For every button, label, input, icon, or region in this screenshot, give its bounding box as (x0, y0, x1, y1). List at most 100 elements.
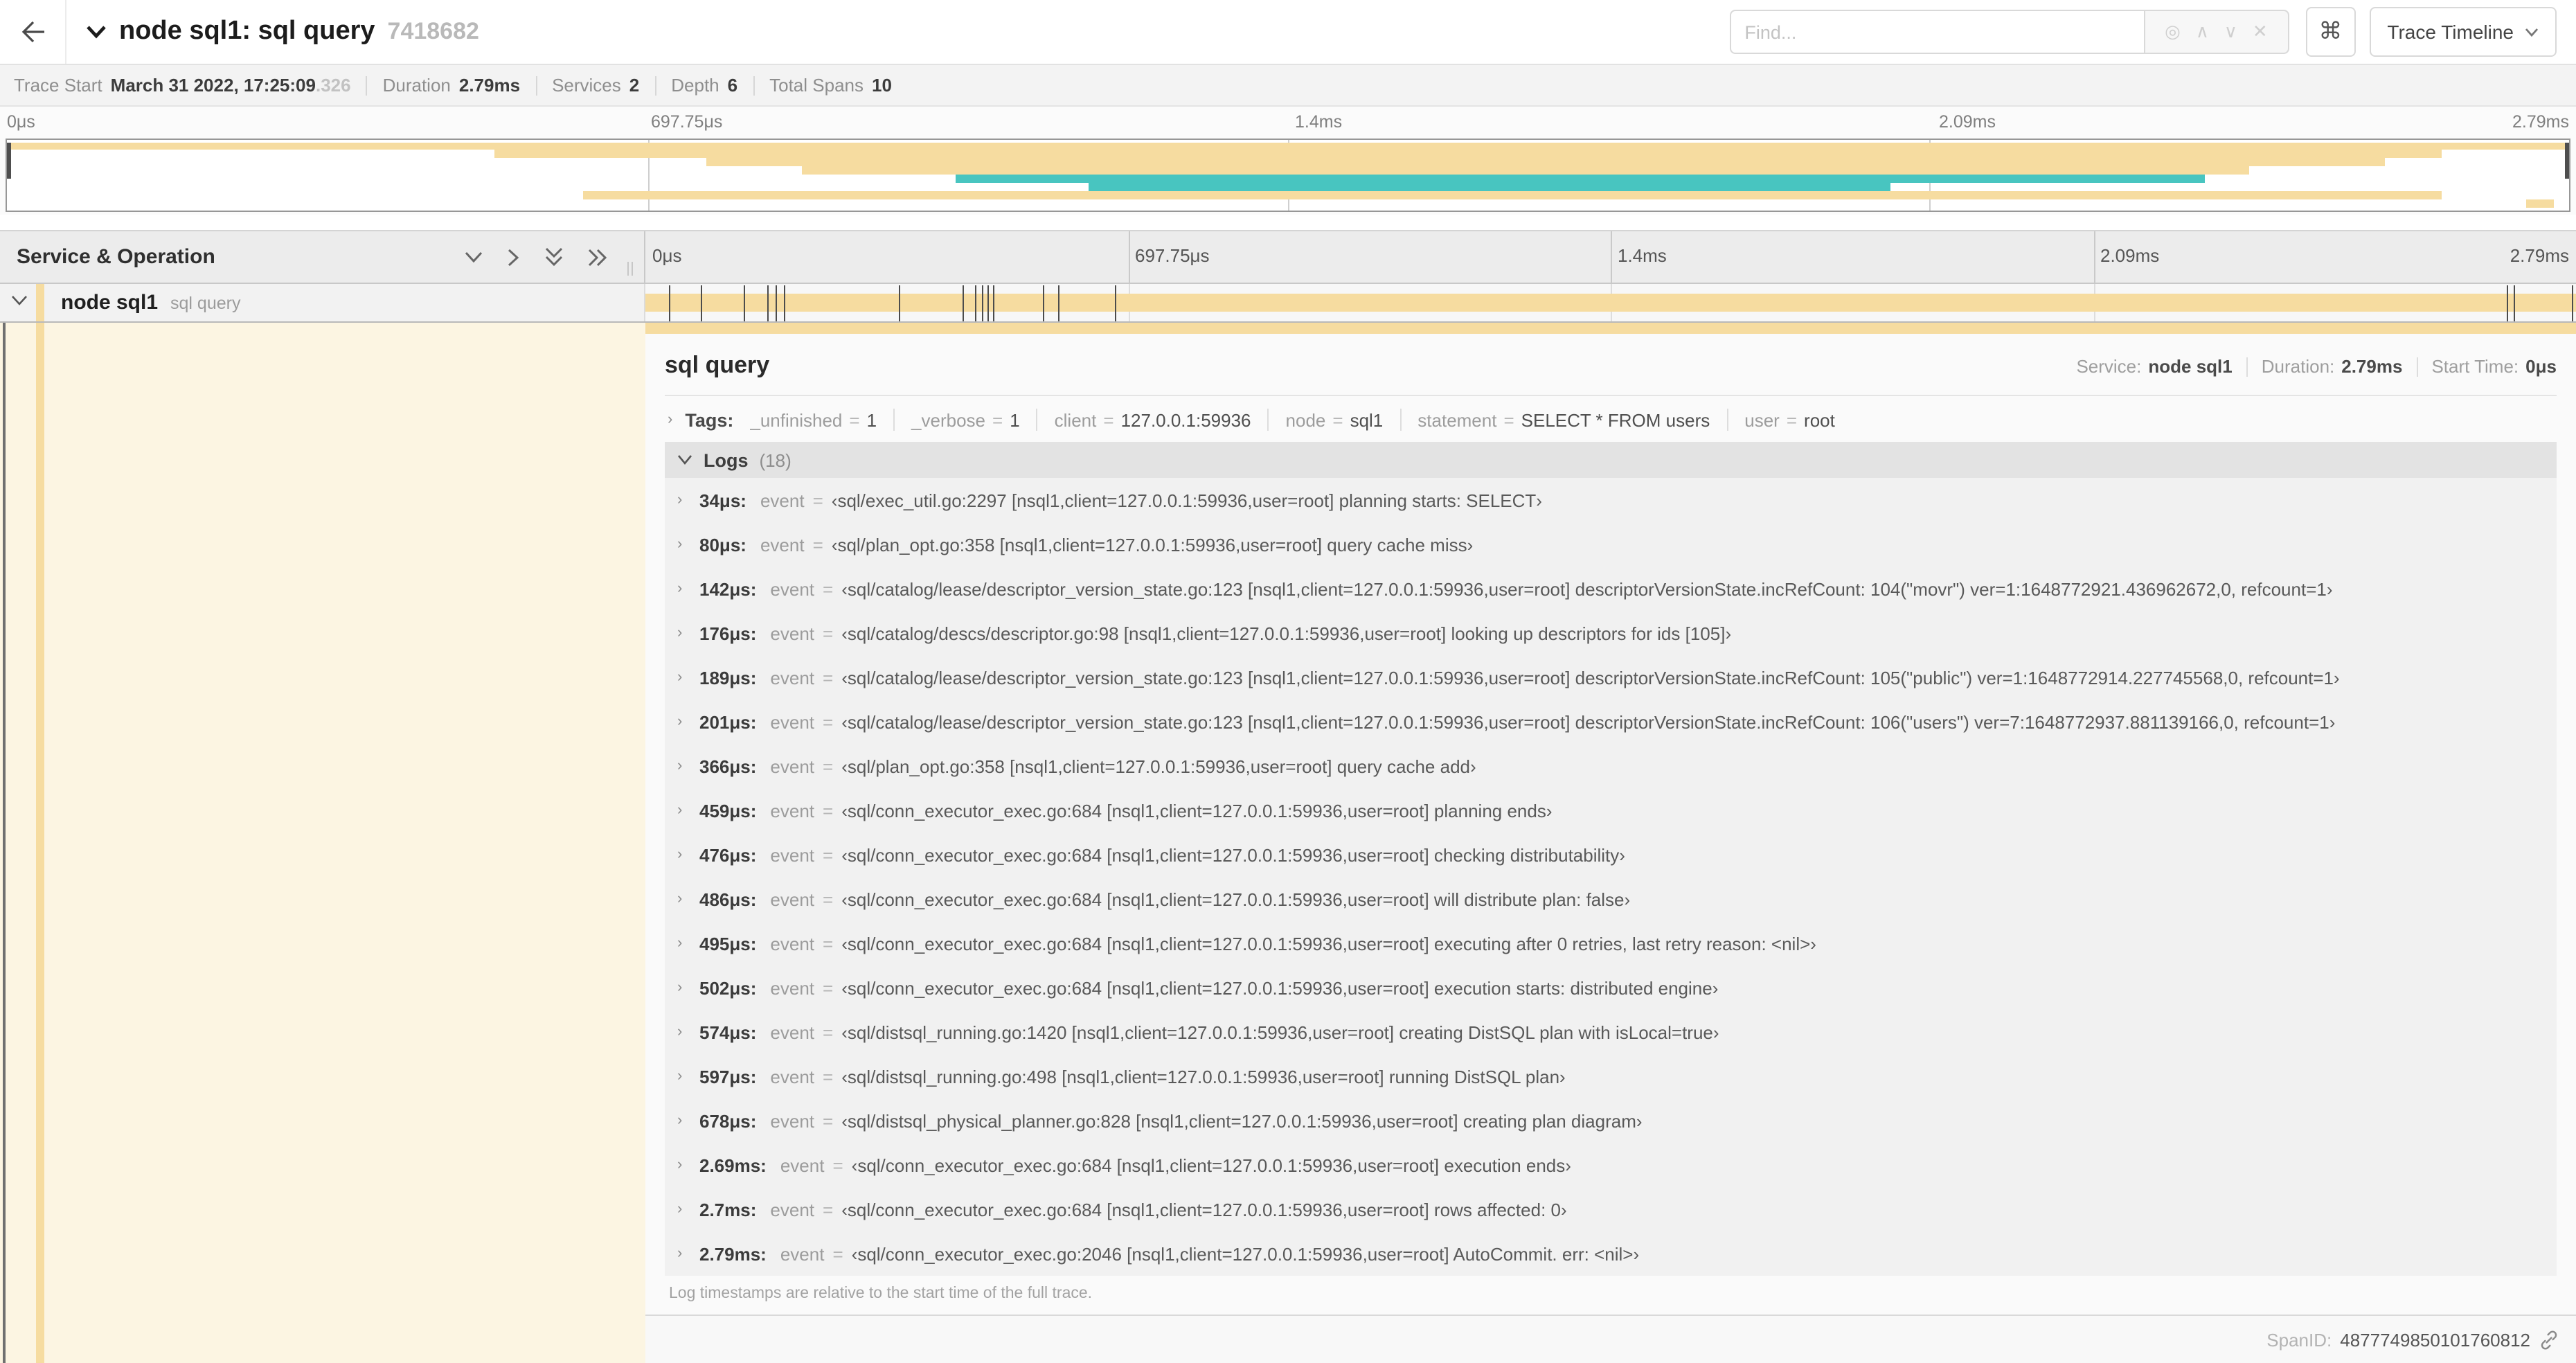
expand-one-icon[interactable] (507, 247, 521, 267)
log-marker-tick[interactable] (669, 285, 670, 321)
log-marker-tick[interactable] (2513, 285, 2515, 321)
tag-equals: = (849, 409, 860, 430)
log-timestamp: 201μs: (699, 711, 757, 732)
log-marker-tick[interactable] (898, 285, 900, 321)
minimap-axis-label: 2.09ms (1939, 112, 1996, 132)
log-row[interactable]: › 486μs: event = ‹sql/conn_executor_exec.go:… (665, 877, 2557, 921)
log-row[interactable]: › 2.69ms: event = ‹sql/conn_executor_exec.go… (665, 1143, 2557, 1187)
timeline-axis: 0μs 697.75μs 1.4ms 2.09ms 2.79ms (645, 231, 2576, 283)
minimap-axis: 0μs 697.75μs 1.4ms 2.09ms 2.79ms (0, 107, 2576, 139)
log-row[interactable]: › 459μs: event = ‹sql/conn_executor_exec.go:… (665, 788, 2557, 832)
meta-value: 2.79ms (2341, 356, 2403, 377)
log-row[interactable]: › 201μs: event = ‹sql/catalog/lease/descript… (665, 700, 2557, 744)
span-row[interactable]: node sql1 sql query (0, 284, 2576, 323)
meta-separator (2416, 357, 2418, 376)
tag-item: statement = SELECT * FROM users (1417, 409, 1710, 430)
log-message: ‹sql/catalog/descs/descriptor.go:98 [nsq… (841, 623, 1732, 643)
log-row[interactable]: › 34μs: event = ‹sql/exec_util.go:2297 [nsql… (665, 478, 2557, 522)
log-timestamp: 80μs: (699, 534, 746, 555)
log-marker-tick[interactable] (981, 285, 983, 321)
log-marker-tick[interactable] (701, 285, 702, 321)
log-message: ‹sql/distsql_physical_planner.go:828 [ns… (841, 1110, 1643, 1131)
collapse-one-icon[interactable] (464, 250, 483, 264)
axis-tick-label: 1.4ms (1618, 245, 1667, 266)
log-timestamp: 678μs: (699, 1110, 757, 1131)
log-timestamp: 2.69ms: (699, 1155, 767, 1175)
span-gantt-area[interactable] (645, 284, 2576, 321)
chevron-right-icon: › (677, 1024, 683, 1040)
logs-header[interactable]: Logs (18) (665, 442, 2557, 478)
find-prev-icon[interactable]: ∧ (2196, 21, 2209, 43)
log-marker-tick[interactable] (743, 285, 745, 321)
chevron-down-icon[interactable] (86, 25, 107, 39)
keyboard-shortcuts-button[interactable]: ⌘ (2305, 7, 2356, 57)
log-marker-tick[interactable] (2572, 285, 2574, 321)
log-marker-tick[interactable] (2507, 285, 2509, 321)
tags-accordion[interactable]: › Tags: _unfinished = 1 _verbose = 1 client = 12… (665, 396, 2557, 442)
log-marker-tick[interactable] (767, 285, 769, 321)
log-message: ‹sql/distsql_running.go:1420 [nsql1,clie… (841, 1022, 1719, 1042)
minimap-axis-label: 697.75μs (651, 112, 723, 132)
minimap-span-bar (1088, 183, 1890, 191)
summary-label: Services (552, 75, 621, 96)
spanid-value: 4877749850101760812 (2340, 1329, 2530, 1350)
span-duration-bar[interactable] (645, 294, 2576, 312)
locate-icon[interactable]: ◎ (2165, 21, 2181, 43)
log-marker-tick[interactable] (784, 285, 786, 321)
log-message: ‹sql/plan_opt.go:358 [nsql1,client=127.0… (841, 756, 1476, 776)
chevron-right-icon: › (677, 891, 683, 907)
log-row[interactable]: › 476μs: event = ‹sql/conn_executor_exec.go:… (665, 832, 2557, 877)
log-marker-tick[interactable] (776, 285, 778, 321)
link-icon[interactable] (2539, 1329, 2559, 1350)
axis-tick-label: 0μs (652, 245, 682, 266)
log-row[interactable]: › 502μs: event = ‹sql/conn_executor_exec.go:… (665, 965, 2557, 1010)
tag-separator (1399, 409, 1402, 431)
span-collapse-icon[interactable] (11, 295, 28, 306)
expand-all-icon[interactable] (587, 247, 608, 267)
log-row[interactable]: › 495μs: event = ‹sql/conn_executor_exec.go:… (665, 921, 2557, 965)
log-marker-tick[interactable] (963, 285, 965, 321)
log-row[interactable]: › 142μs: event = ‹sql/catalog/lease/descript… (665, 567, 2557, 611)
log-timestamp: 189μs: (699, 667, 757, 688)
log-marker-tick[interactable] (1058, 285, 1060, 321)
log-marker-tick[interactable] (1114, 285, 1116, 321)
log-row[interactable]: › 366μs: event = ‹sql/plan_opt.go:358 [nsql1… (665, 744, 2557, 788)
minimap-span-bar (706, 158, 2385, 167)
log-marker-tick[interactable] (987, 285, 990, 321)
minimap-canvas[interactable] (6, 139, 2570, 212)
clear-find-icon[interactable]: ✕ (2253, 21, 2268, 43)
log-field-name: event (770, 1199, 815, 1220)
minimap-scrubber-left[interactable] (7, 143, 11, 179)
log-row[interactable]: › 189μs: event = ‹sql/catalog/lease/descript… (665, 655, 2557, 700)
service-operation-title: Service & Operation (17, 245, 215, 269)
log-marker-tick[interactable] (974, 285, 976, 321)
log-row[interactable]: › 176μs: event = ‹sql/catalog/descs/descript… (665, 611, 2557, 655)
span-detail-card: sql query Service: node sql1 Duration: 2.79… (645, 334, 2576, 1316)
log-row[interactable]: › 2.79ms: event = ‹sql/conn_executor_exec.go… (665, 1231, 2557, 1276)
column-resize-handle[interactable] (627, 262, 633, 276)
log-field-name: event (770, 578, 815, 599)
log-row[interactable]: › 678μs: event = ‹sql/distsql_physical_plann… (665, 1098, 2557, 1143)
log-timestamp: 495μs: (699, 933, 757, 954)
log-message: ‹sql/conn_executor_exec.go:684 [nsql1,cl… (841, 800, 1553, 821)
log-marker-tick[interactable] (992, 285, 994, 321)
minimap-span-bar (801, 166, 2249, 175)
log-row[interactable]: › 2.7ms: event = ‹sql/conn_executor_exec.go:… (665, 1187, 2557, 1231)
minimap-scrubber-right[interactable] (2565, 143, 2569, 179)
span-name-column[interactable]: node sql1 sql query (0, 284, 645, 321)
log-message: ‹sql/catalog/lease/descriptor_version_st… (841, 711, 2336, 732)
summary-item: Depth 6 (671, 75, 737, 96)
minimap-span-bar (2525, 199, 2554, 208)
span-service-name: node sql1 (61, 291, 159, 314)
trace-view-selector[interactable]: Trace Timeline (2369, 7, 2557, 57)
collapse-all-icon[interactable] (544, 247, 564, 267)
log-row[interactable]: › 574μs: event = ‹sql/distsql_running.go:142… (665, 1010, 2557, 1054)
log-row[interactable]: › 597μs: event = ‹sql/distsql_running.go:498… (665, 1054, 2557, 1098)
tag-key: statement (1417, 409, 1497, 430)
find-input[interactable] (1729, 10, 2145, 54)
log-marker-tick[interactable] (1042, 285, 1044, 321)
find-next-icon[interactable]: ∨ (2224, 21, 2237, 43)
axis-gridline (2093, 231, 2095, 283)
back-button[interactable] (0, 0, 66, 64)
log-row[interactable]: › 80μs: event = ‹sql/plan_opt.go:358 [nsql1,… (665, 522, 2557, 567)
